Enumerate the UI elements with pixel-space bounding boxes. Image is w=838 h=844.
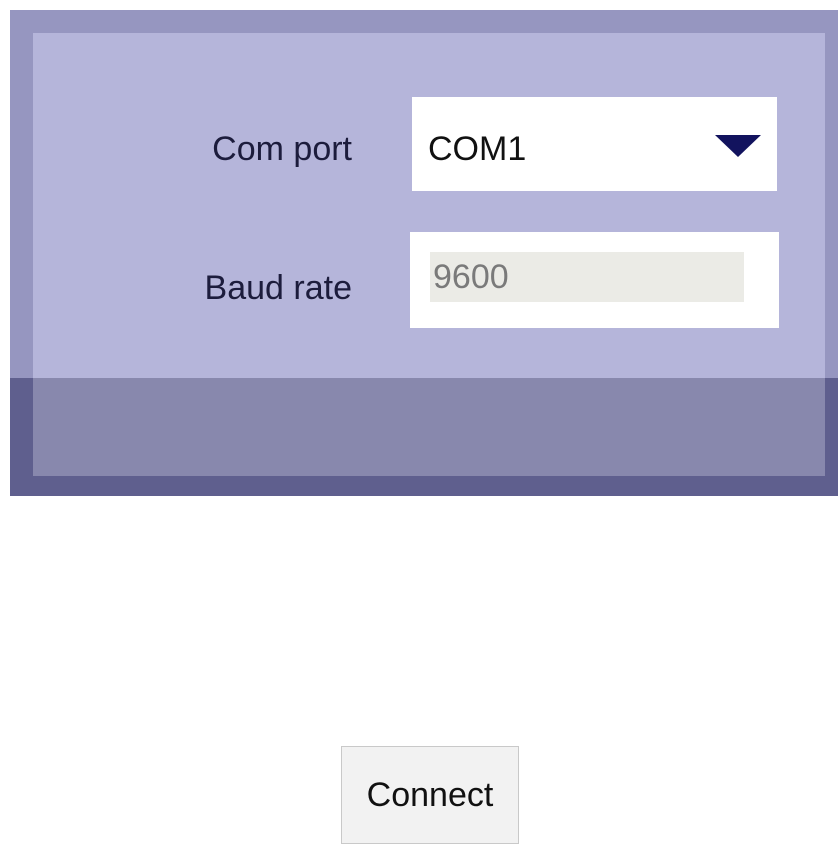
- footer-inner: [33, 378, 825, 476]
- com-port-label: Com port: [212, 130, 352, 168]
- chevron-down-icon[interactable]: [715, 135, 761, 157]
- com-port-selected-value: COM1: [428, 130, 527, 168]
- connection-dialog: Com port COM1 Baud rate Connect: [10, 10, 838, 844]
- com-port-dropdown[interactable]: COM1: [412, 97, 777, 191]
- baud-rate-field-frame: [410, 232, 779, 328]
- baud-rate-label: Baud rate: [204, 269, 352, 307]
- settings-panel: Com port COM1 Baud rate: [33, 33, 825, 380]
- connect-button[interactable]: Connect: [341, 746, 519, 844]
- baud-rate-input[interactable]: [430, 252, 744, 302]
- footer-bar: Connect: [10, 378, 838, 844]
